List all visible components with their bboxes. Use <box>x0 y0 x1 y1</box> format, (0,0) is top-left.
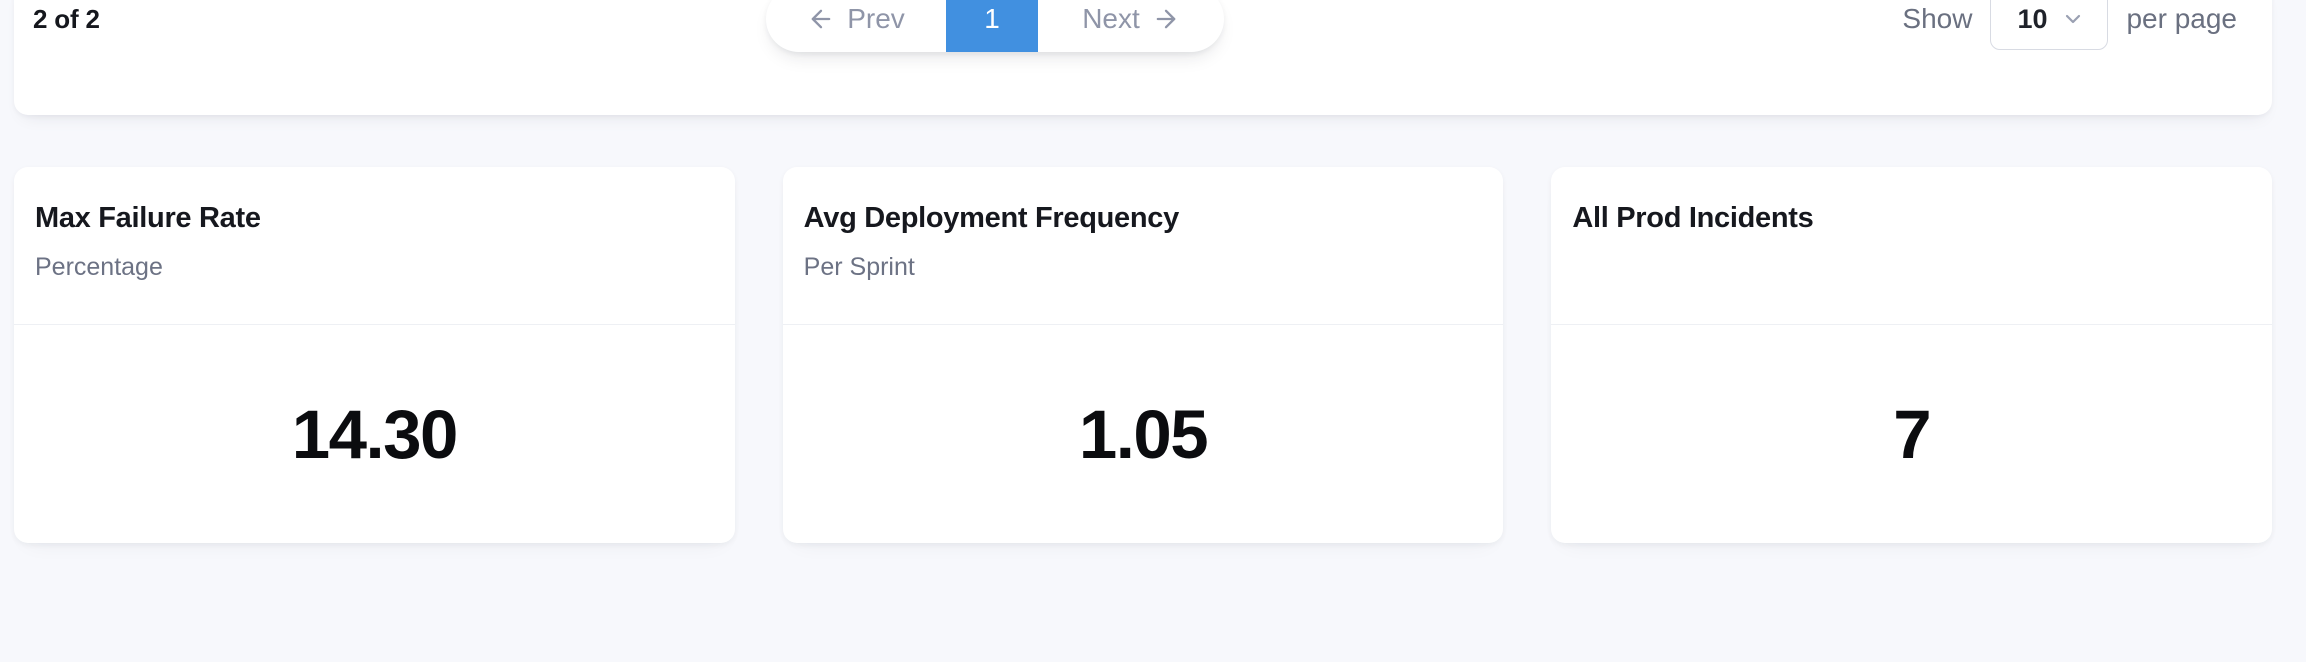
pagination-toolbar: 2 of 2 Prev 1 Next <box>14 0 2272 52</box>
page-1-button[interactable]: 1 <box>946 0 1038 52</box>
metric-card-header: Max Failure Rate Percentage <box>14 167 735 325</box>
metric-value: 7 <box>1893 395 1930 474</box>
metric-value: 1.05 <box>1079 395 1207 474</box>
metric-card-body: 7 <box>1551 325 2272 543</box>
prev-page-label: Prev <box>847 3 905 35</box>
metric-subtitle: Per Sprint <box>804 252 1482 282</box>
table-footer-panel: 2 of 2 Prev 1 Next <box>14 0 2272 115</box>
metric-cards-row: Max Failure Rate Percentage 14.30 Avg De… <box>14 167 2272 543</box>
results-count: 2 of 2 <box>33 0 100 52</box>
arrow-left-icon <box>807 5 835 33</box>
metric-subtitle <box>1572 252 2250 282</box>
metric-card-header: All Prod Incidents <box>1551 167 2272 325</box>
next-page-button[interactable]: Next <box>1038 0 1224 52</box>
prev-page-button[interactable]: Prev <box>766 0 946 52</box>
page-size-control: Show 10 per page <box>1902 0 2237 52</box>
metric-title: Avg Deployment Frequency <box>804 201 1482 236</box>
per-page-label: per page <box>2126 3 2237 35</box>
page-size-select[interactable]: 10 <box>1990 0 2108 50</box>
metric-title: Max Failure Rate <box>35 201 713 236</box>
page-size-value: 10 <box>2017 4 2047 35</box>
chevron-down-icon <box>2061 7 2085 31</box>
metric-card-header: Avg Deployment Frequency Per Sprint <box>783 167 1504 325</box>
metric-card-all-prod-incidents: All Prod Incidents 7 <box>1551 167 2272 543</box>
metric-card-body: 14.30 <box>14 325 735 543</box>
show-label: Show <box>1902 3 1972 35</box>
metric-card-body: 1.05 <box>783 325 1504 543</box>
metric-value: 14.30 <box>292 395 457 474</box>
metric-title: All Prod Incidents <box>1572 201 2250 236</box>
metric-subtitle: Percentage <box>35 252 713 282</box>
metric-card-max-failure-rate: Max Failure Rate Percentage 14.30 <box>14 167 735 543</box>
metric-card-avg-deployment-frequency: Avg Deployment Frequency Per Sprint 1.05 <box>783 167 1504 543</box>
next-page-label: Next <box>1082 3 1140 35</box>
pagination: Prev 1 Next <box>766 0 1224 52</box>
arrow-right-icon <box>1152 5 1180 33</box>
